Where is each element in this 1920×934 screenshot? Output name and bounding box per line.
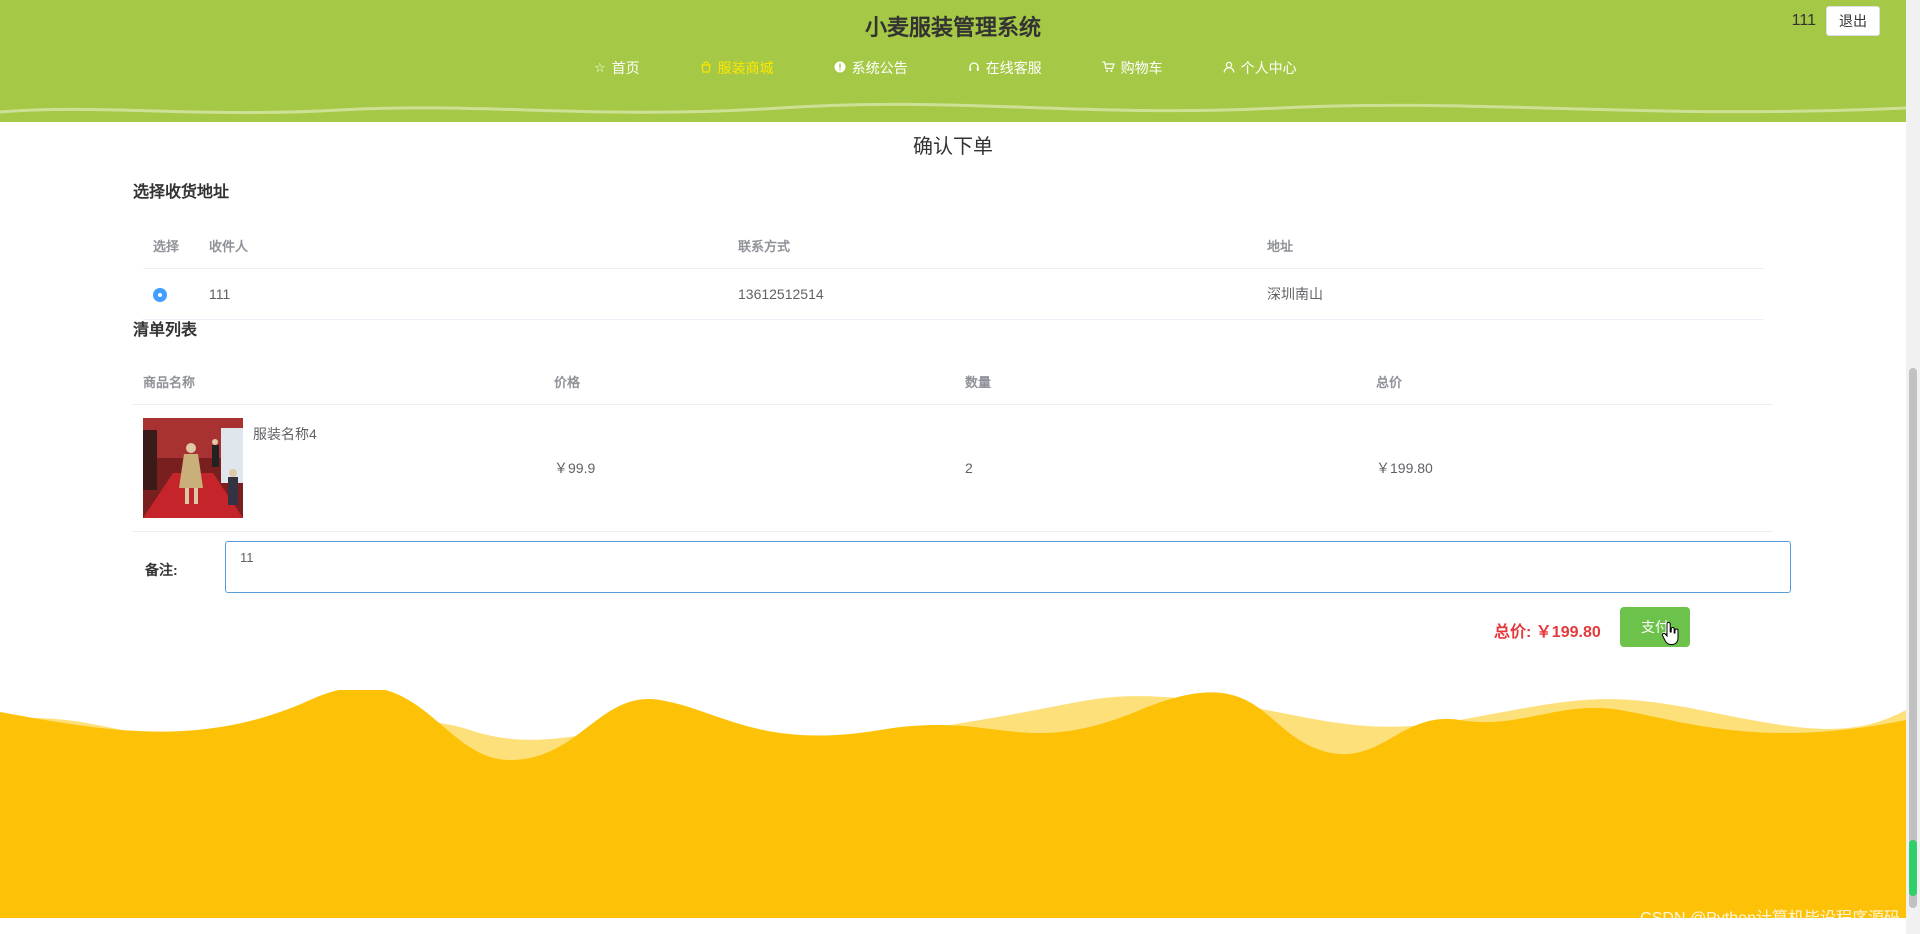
table-row: 服装名称4 ￥99.9 2 ￥199.80 [133,404,1773,532]
items-section-title: 清单列表 [133,322,198,339]
watermark: CSDN @Python计算机毕设程序源码 [1640,910,1900,927]
order-total: 总价: ￥199.80 [1494,618,1601,642]
price-cell: ￥99.9 [544,404,955,532]
scrollbar-thumb[interactable] [1909,368,1917,908]
line-total-cell: ￥199.80 [1366,404,1773,532]
address-table: 选择 收件人 联系方式 地址 111 13612512514 深圳南山 [143,222,1763,320]
address-select-cell [143,268,199,320]
product-name[interactable]: 服装名称4 [253,424,317,444]
product-info: 服装名称4 [143,418,543,518]
user-icon [1223,61,1235,76]
hand-pointer-cursor-icon [1662,622,1679,645]
column-header: 地址 [1257,222,1763,269]
nav-label: 首页 [611,60,640,76]
star-icon: ☆ [594,60,606,75]
table-row[interactable]: 111 13612512514 深圳南山 [143,268,1763,320]
nav-item-cart[interactable]: 购物车 [1102,58,1163,78]
column-header: 选择 [143,222,199,269]
header: 小麦服装管理系统 111 退出 ☆ 首页 服装商城 系统公告 在线客服 购物车 … [0,0,1906,122]
total-value: ￥199.80 [1535,624,1601,641]
remark-label: 备注: [145,562,178,578]
vertical-scrollbar[interactable] [1906,0,1920,934]
shopping-bag-icon [700,60,712,76]
items-table-header: 商品名称 价格 数量 总价 [133,358,1773,405]
column-header: 价格 [544,358,955,405]
address-table-header: 选择 收件人 联系方式 地址 [143,222,1763,269]
quantity-cell: 2 [955,404,1366,532]
column-header: 总价 [1366,358,1773,405]
nav-label: 购物车 [1120,60,1163,76]
address-cell: 深圳南山 [1257,268,1763,320]
site-title: 小麦服装管理系统 [864,15,1041,40]
logout-button[interactable]: 退出 [1826,6,1880,36]
footer-wave-decoration [0,690,1906,918]
nav-label: 在线客服 [985,60,1042,76]
headset-icon [968,61,980,76]
column-header: 商品名称 [133,358,544,405]
user-area: 111 退出 [1792,6,1880,36]
product-image[interactable] [143,418,243,518]
nav-label: 系统公告 [851,60,908,76]
items-table: 商品名称 价格 数量 总价 服装名称4 ￥99.9 2 ￥199.80 [133,358,1773,532]
total-label: 总价: [1494,624,1532,641]
page-title: 确认下单 [913,136,993,158]
product-cell: 服装名称4 [133,404,544,532]
nav-item-announcements[interactable]: 系统公告 [834,58,908,78]
nav-label: 服装商城 [717,60,774,76]
column-header: 收件人 [199,222,728,269]
nav-item-online-service[interactable]: 在线客服 [968,58,1042,78]
phone-cell: 13612512514 [728,268,1257,320]
main-nav: ☆ 首页 服装商城 系统公告 在线客服 购物车 个人中心 [594,58,1357,78]
username: 111 [1791,12,1816,29]
nav-label: 个人中心 [1240,60,1297,76]
nav-item-clothing-mall[interactable]: 服装商城 [700,58,774,78]
nav-item-personal-center[interactable]: 个人中心 [1223,58,1297,78]
scrollbar-indicator [1909,840,1917,896]
column-header: 数量 [955,358,1366,405]
column-header: 联系方式 [728,222,1257,269]
info-icon [834,61,846,76]
recipient-cell: 111 [199,268,728,320]
header-wave-decoration [0,100,1906,121]
cart-icon [1102,60,1115,76]
remark-input[interactable]: 11 [225,541,1791,593]
nav-item-home[interactable]: ☆ 首页 [594,58,640,78]
address-radio[interactable] [153,288,167,303]
address-section-title: 选择收货地址 [133,184,230,201]
